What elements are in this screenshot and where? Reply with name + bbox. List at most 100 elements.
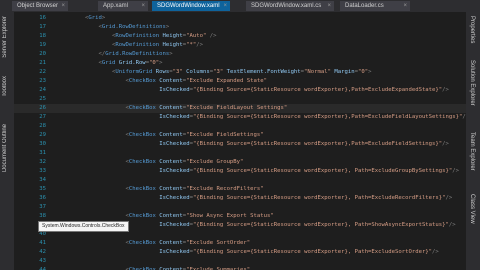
line-number: 32 bbox=[39, 159, 46, 165]
code-text: <Grid.RowDefinitions> bbox=[98, 24, 170, 30]
line-number: 42 bbox=[39, 249, 46, 255]
code-text: <CheckBox Content="Exclude GroupBy" bbox=[125, 159, 244, 165]
code-text: IsChecked="{Binding Source={StaticResour… bbox=[159, 141, 449, 147]
line-number: 22 bbox=[39, 69, 46, 75]
code-line[interactable]: 33 IsChecked="{Binding Source={StaticRes… bbox=[14, 167, 466, 176]
line-number: 37 bbox=[39, 204, 46, 210]
code-line[interactable]: 26 <CheckBox Content="Exclude FieldLayou… bbox=[14, 104, 466, 113]
code-line[interactable]: 36 IsChecked="{Binding Source={StaticRes… bbox=[14, 194, 466, 203]
document-tab[interactable]: SDGWordWindow.xaml × bbox=[152, 1, 230, 11]
right-panel-tab[interactable]: Class View bbox=[469, 194, 475, 224]
document-tab-label: SDGWordWindow.xaml.cs bbox=[251, 3, 322, 9]
line-number: 21 bbox=[39, 60, 46, 66]
line-number: 18 bbox=[39, 33, 46, 39]
code-line[interactable]: 38 <CheckBox Content="Show Async Export … bbox=[14, 212, 466, 221]
line-number: 27 bbox=[39, 114, 46, 120]
code-text: <UniformGrid Rows="3" Columns="3" TextEl… bbox=[112, 69, 372, 75]
code-text: <Grid Grid.Row="0"> bbox=[98, 60, 163, 66]
code-text: <Grid> bbox=[85, 15, 106, 21]
line-number: 43 bbox=[39, 258, 46, 264]
code-text: <RowDefinition Height="Auto" /> bbox=[112, 33, 217, 39]
line-number: 30 bbox=[39, 141, 46, 147]
code-text: IsChecked="{Binding Source={StaticResour… bbox=[159, 195, 453, 201]
line-number: 25 bbox=[39, 96, 46, 102]
code-line[interactable]: 32 <CheckBox Content="Exclude GroupBy" bbox=[14, 158, 466, 167]
code-text: IsChecked="{Binding Source={StaticResour… bbox=[159, 87, 449, 93]
left-tool-strip: Server Explorer Toolbox Document Outline bbox=[0, 12, 14, 270]
line-number: 35 bbox=[39, 186, 46, 192]
code-line[interactable]: 19 <RowDefinition Height="*"/> bbox=[14, 41, 466, 50]
line-number: 19 bbox=[39, 42, 46, 48]
line-number: 38 bbox=[39, 213, 46, 219]
line-number: 44 bbox=[39, 267, 46, 270]
line-number: 16 bbox=[39, 15, 46, 21]
line-number: 23 bbox=[39, 78, 46, 84]
document-tab-label: DataLoader.cs bbox=[345, 3, 384, 9]
code-line[interactable]: 21 <Grid Grid.Row="0"> bbox=[14, 59, 466, 68]
close-icon[interactable]: × bbox=[61, 1, 65, 11]
code-text: <CheckBox Content="Show Async Export Sta… bbox=[125, 213, 274, 219]
code-text: <CheckBox Content="Exclude Summaries" bbox=[125, 267, 251, 270]
document-tab-bar: Object Browser × App.xaml × SDGWordWindow.xa… bbox=[0, 0, 480, 12]
line-number: 20 bbox=[39, 51, 46, 57]
document-tab-label: SDGWordWindow.xaml bbox=[157, 3, 220, 9]
left-panel-tab[interactable]: Toolbox bbox=[2, 76, 8, 97]
document-tab-label: Object Browser bbox=[17, 3, 59, 9]
left-panel-tab[interactable]: Server Explorer bbox=[2, 16, 8, 58]
close-icon[interactable]: × bbox=[223, 1, 227, 11]
code-text: IsChecked="{Binding Source={StaticResour… bbox=[159, 249, 439, 255]
close-icon[interactable]: × bbox=[327, 1, 331, 11]
code-line[interactable]: 20 </Grid.RowDefinitions> bbox=[14, 50, 466, 59]
intellisense-tooltip: System.Windows.Controls.CheckBox bbox=[38, 221, 129, 232]
code-line[interactable]: 28 bbox=[14, 122, 466, 131]
code-line[interactable]: 44 <CheckBox Content="Exclude Summaries" bbox=[14, 266, 466, 270]
document-tab[interactable]: App.xaml × bbox=[98, 1, 148, 11]
code-text: </Grid.RowDefinitions> bbox=[98, 51, 173, 57]
code-line[interactable]: 42 IsChecked="{Binding Source={StaticRes… bbox=[14, 248, 466, 257]
code-text: <CheckBox Content="Exclude FieldSettings… bbox=[125, 132, 264, 138]
code-line[interactable]: 43 bbox=[14, 257, 466, 266]
right-panel-tab[interactable]: Properties bbox=[469, 16, 475, 43]
right-tool-strip: Properties Solution Explorer Team Explorer… bbox=[466, 12, 480, 270]
line-number: 33 bbox=[39, 168, 46, 174]
code-text: IsChecked="{Binding Source={StaticResour… bbox=[159, 168, 460, 174]
code-line[interactable]: 25 bbox=[14, 95, 466, 104]
code-line[interactable]: 27 IsChecked="{Binding Source={StaticRes… bbox=[14, 113, 466, 122]
line-number: 31 bbox=[39, 150, 46, 156]
code-line[interactable]: 17 <Grid.RowDefinitions> bbox=[14, 23, 466, 32]
code-text: <RowDefinition Height="*"/> bbox=[112, 42, 203, 48]
left-panel-tab[interactable]: Document Outline bbox=[2, 124, 8, 172]
code-line[interactable]: 41 <CheckBox Content="Exclude SortOrder" bbox=[14, 239, 466, 248]
line-number: 29 bbox=[39, 132, 46, 138]
code-line[interactable]: 16 <Grid> bbox=[14, 14, 466, 23]
right-panel-tab[interactable]: Solution Explorer bbox=[469, 60, 475, 106]
line-number: 17 bbox=[39, 24, 46, 30]
code-line[interactable]: 37 bbox=[14, 203, 466, 212]
code-line[interactable]: 31 bbox=[14, 149, 466, 158]
line-number: 41 bbox=[39, 240, 46, 246]
code-text: <CheckBox Content="Exclude RecordFilters… bbox=[125, 186, 264, 192]
code-text: <CheckBox Content="Exclude FieldLayout S… bbox=[125, 105, 288, 111]
document-tab[interactable]: SDGWordWindow.xaml.cs × bbox=[246, 1, 334, 11]
line-number: 26 bbox=[39, 105, 46, 111]
code-line[interactable]: 34 bbox=[14, 176, 466, 185]
line-number: 36 bbox=[39, 195, 46, 201]
code-text: <CheckBox Content="Exclude SortOrder" bbox=[125, 240, 251, 246]
code-text: IsChecked="{Binding Source={StaticResour… bbox=[159, 114, 466, 120]
code-line[interactable]: 18 <RowDefinition Height="Auto" /> bbox=[14, 32, 466, 41]
code-text: <CheckBox Content="Exclude Expanded Stat… bbox=[125, 78, 267, 84]
code-line[interactable]: 24 IsChecked="{Binding Source={StaticRes… bbox=[14, 86, 466, 95]
line-number: 28 bbox=[39, 123, 46, 129]
line-number: 34 bbox=[39, 177, 46, 183]
code-line[interactable]: 30 IsChecked="{Binding Source={StaticRes… bbox=[14, 140, 466, 149]
line-number: 24 bbox=[39, 87, 46, 93]
document-tab[interactable]: Object Browser × bbox=[12, 1, 68, 11]
document-tab[interactable]: DataLoader.cs × bbox=[340, 1, 410, 11]
code-line[interactable]: 35 <CheckBox Content="Exclude RecordFilt… bbox=[14, 185, 466, 194]
close-icon[interactable]: × bbox=[141, 1, 145, 11]
code-line[interactable]: 29 <CheckBox Content="Exclude FieldSetti… bbox=[14, 131, 466, 140]
code-line[interactable]: 22 <UniformGrid Rows="3" Columns="3" Tex… bbox=[14, 68, 466, 77]
code-line[interactable]: 23 <CheckBox Content="Exclude Expanded S… bbox=[14, 77, 466, 86]
right-panel-tab[interactable]: Team Explorer bbox=[469, 132, 475, 171]
close-icon[interactable]: × bbox=[403, 1, 407, 11]
